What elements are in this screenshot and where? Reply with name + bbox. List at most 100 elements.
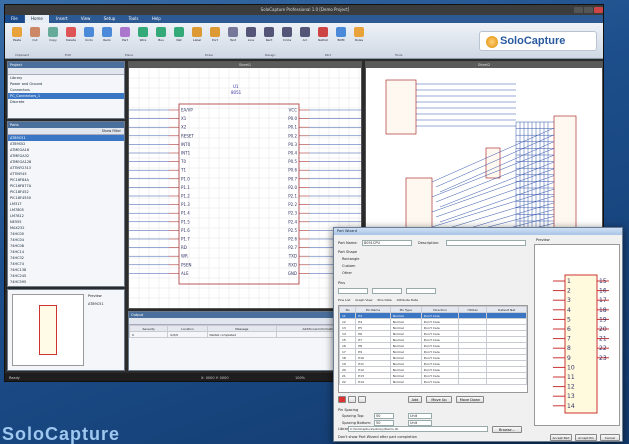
pin-row[interactable]: 22 P14 Normal Don't Care — [339, 378, 527, 385]
tab-tools[interactable]: Tools — [123, 15, 145, 23]
preview-part-shape — [39, 305, 57, 355]
chip-pin-label-right: VCC — [289, 108, 298, 113]
minimize-button[interactable] — [574, 7, 583, 13]
line-icon — [246, 27, 256, 37]
delete-pin-icon[interactable] — [338, 396, 346, 403]
output-row[interactable]: 0 0/0/0 Netlist completed — [128, 331, 362, 338]
preview-pin-number: 15 — [599, 278, 607, 285]
wire — [435, 134, 555, 188]
library-path-input[interactable]: C:\SoloCapture\Library\Demo.lib — [348, 426, 488, 432]
chip-name: 8051 — [231, 90, 242, 95]
chip-pin-label-left: P1.4 — [181, 211, 190, 216]
chip-pin-label-left: WR — [181, 254, 188, 259]
left-wires — [129, 109, 361, 274]
add-button[interactable]: Add — [408, 396, 422, 403]
chip-pin-label-right: P0.1 — [288, 125, 297, 130]
cancel-button[interactable]: Cancel — [600, 434, 620, 441]
part-name-input[interactable]: 8051CPU — [362, 240, 412, 246]
shape-other-radio[interactable]: Other — [342, 271, 352, 275]
ribbon-button-copy[interactable]: Copy — [47, 27, 59, 42]
ribbon-button-delete[interactable]: Delete — [65, 27, 77, 42]
ribbon-button-net[interactable]: Net — [173, 27, 185, 42]
group-label-edit: Edit — [65, 53, 71, 57]
pin-direction-select[interactable] — [372, 288, 402, 294]
copy-pin-icon[interactable] — [358, 396, 366, 403]
tab-setup[interactable]: Setup — [98, 15, 122, 23]
maximize-button[interactable] — [584, 7, 593, 13]
tab-pins-list[interactable]: Pins List — [338, 298, 350, 302]
ribbon-button-label: Net — [176, 38, 182, 42]
tab-attribute-data[interactable]: Attribute Data — [397, 298, 418, 302]
delete-icon — [66, 27, 76, 37]
ribbon-button-circle[interactable]: Circle — [281, 27, 293, 42]
dialog-title: Part Wizard — [334, 228, 622, 235]
shape-custom-radio[interactable]: Custom — [342, 264, 355, 268]
ribbon-button-rect[interactable]: Rect — [263, 27, 275, 42]
ribbon-button-label: Copy — [49, 38, 57, 42]
parts-list-item[interactable]: CD4017 — [8, 285, 124, 286]
ribbon-button-label: Label — [192, 38, 202, 42]
group-label-design: Design — [265, 53, 276, 57]
pins-grid[interactable]: No Pin Name Pin Type Direction Hidden Default… — [338, 305, 528, 393]
part-preview-canvas: 1234567891011121314151617181920212223 — [553, 274, 609, 414]
chip-pin-label-left: ALE — [181, 271, 189, 276]
pin-type-select[interactable] — [338, 288, 368, 294]
schematic-sheet1[interactable]: Sheet1 EA/VP X1 X2 RESET INT0 INT1 T0 T1 P1.0 P1.… — [128, 61, 362, 309]
move-up-button[interactable]: Move Up — [426, 396, 452, 403]
preview-pin-number: 3 — [567, 297, 571, 304]
ribbon-button-bus[interactable]: Bus — [155, 27, 167, 42]
ribbon-button-label[interactable]: Label — [191, 27, 203, 42]
ribbon-button-part[interactable]: Part — [119, 27, 131, 42]
ribbon-button-rules[interactable]: Rules — [353, 27, 365, 42]
tab-graph-view[interactable]: Graph View — [355, 298, 372, 302]
insert-pin-icon[interactable] — [348, 396, 356, 403]
dont-show-checkbox[interactable]: Don't show Part Wizard after part comple… — [338, 435, 417, 439]
ribbon-button-port[interactable]: Port — [209, 27, 221, 42]
ribbon-button-netlist[interactable]: Netlist — [317, 27, 329, 42]
tab-file[interactable]: File — [5, 15, 24, 23]
spacing-top-input[interactable]: 50 — [374, 413, 394, 419]
ribbon-button-text[interactable]: Text — [227, 27, 239, 42]
status-zoom: 100% — [295, 376, 306, 380]
close-button[interactable] — [594, 7, 603, 13]
port-icon — [210, 27, 220, 37]
tab-home[interactable]: Home — [24, 15, 49, 23]
undo-icon — [84, 27, 94, 37]
ribbon-button-bom[interactable]: BOM — [335, 27, 347, 42]
ribbon-button-line[interactable]: Line — [245, 27, 257, 42]
shape-rectangle-radio[interactable]: Rectangle — [342, 257, 359, 261]
move-down-button[interactable]: Move Down — [456, 396, 484, 403]
chip-pin-label-left: T0 — [180, 159, 186, 164]
ribbon-button-arc[interactable]: Arc — [299, 27, 311, 42]
chip-pin-label-right: P2.5 — [288, 228, 297, 233]
tab-view[interactable]: View — [75, 15, 97, 23]
ribbon-button-paste[interactable]: Paste — [11, 27, 23, 42]
project-list: Library Power and Ground Connectors PC_Conn… — [8, 75, 124, 105]
chip-pin-label-right: P2.7 — [288, 245, 297, 250]
status-coords: X: 0000 Y: 0000 — [201, 376, 229, 380]
ribbon-button-label: Netlist — [318, 38, 328, 42]
wire — [439, 182, 555, 223]
tab-insert[interactable]: Insert — [50, 15, 73, 23]
chip-pin-label-left: P1.5 — [181, 219, 190, 224]
ribbon-button-label: Part — [122, 38, 128, 42]
tab-help[interactable]: Help — [146, 15, 167, 23]
output-table: Severity Location Message Additional Inf… — [128, 325, 362, 338]
project-panel: Project Library Power and Ground Connector… — [7, 61, 125, 119]
preview-pin-number: 22 — [599, 345, 607, 352]
ribbon-button-undo[interactable]: Undo — [83, 27, 95, 42]
browse-button[interactable]: Browse... — [492, 426, 522, 433]
spacing-top-unit[interactable]: Unit — [408, 413, 432, 419]
accept-part-button[interactable]: Accept Part — [550, 434, 572, 441]
show-filter-button[interactable]: Show Filter — [102, 129, 121, 133]
tab-pins-data[interactable]: Pins Data — [377, 298, 391, 302]
description-input[interactable] — [446, 240, 526, 246]
ribbon-button-wire[interactable]: Wire — [137, 27, 149, 42]
accept-pin-button[interactable]: Accept Pin — [575, 434, 597, 441]
pin-hidden-select[interactable] — [406, 288, 436, 294]
part-shape-label: Part Shape — [338, 250, 357, 254]
project-list-item[interactable]: Discrete — [8, 99, 124, 105]
ribbon-button-redo[interactable]: Redo — [101, 27, 113, 42]
part-icon — [120, 27, 130, 37]
ribbon-button-cut[interactable]: Cut — [29, 27, 41, 42]
